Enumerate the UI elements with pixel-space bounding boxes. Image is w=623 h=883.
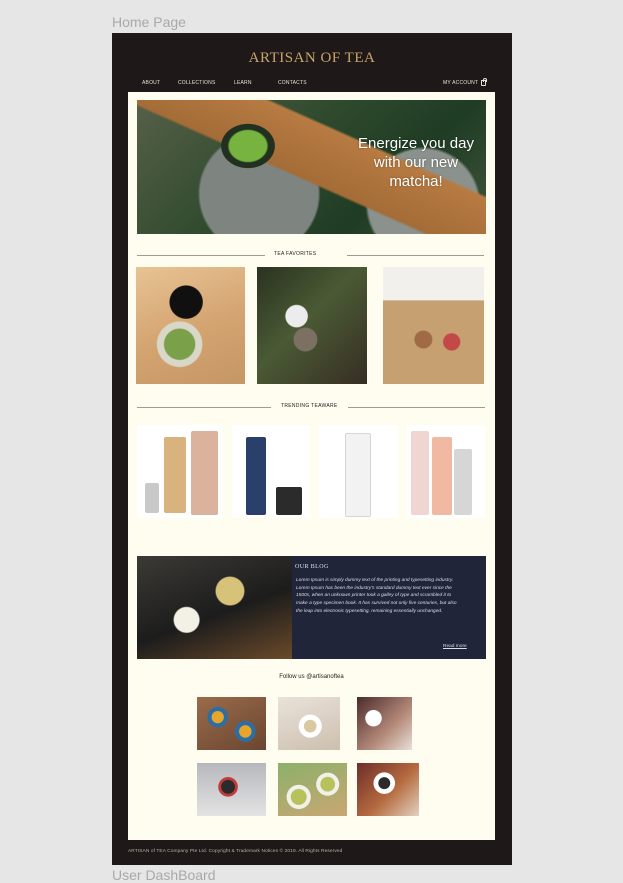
instagram-post-5[interactable] [278,763,347,816]
nav-about[interactable]: ABOUT [142,80,160,86]
teaware-bamboo-bottle-image[interactable] [137,425,222,518]
home-page-frame: ARTISAN OF TEA ABOUT COLLECTIONS LEARN C… [112,33,512,865]
divider-line [137,407,271,408]
instagram-follow-title: Follow us @artisanoftea [279,674,344,680]
teaware-glass-bottle-image[interactable] [407,425,485,518]
instagram-post-1[interactable] [197,697,266,750]
hero-headline: Energize you day with our new matcha! [358,135,474,190]
tea-favorites-title: TEA FAVORITES [274,251,317,257]
blog-title: OUR BLOG [295,564,329,570]
instagram-post-6[interactable] [357,763,419,816]
instagram-post-2[interactable] [278,697,340,750]
read-more-link[interactable]: Read more [443,644,467,649]
divider-line [348,407,485,408]
instagram-post-3[interactable] [357,697,412,750]
nav-contacts[interactable]: CONTACTS [278,80,307,86]
artboard-label-home: Home Page [112,14,186,30]
blog-tea-image[interactable] [137,556,292,659]
favorite-tea-infuser-image[interactable] [257,267,367,384]
hero-banner[interactable]: Energize you day with our new matcha! [137,100,486,234]
brand-logo[interactable]: ARTISAN OF TEA [112,50,512,67]
divider-line [347,255,484,256]
favorite-gift-box-image[interactable] [383,267,484,384]
blog-panel: OUR BLOG Lorem Ipsum is simply dummy tex… [292,556,486,659]
teaware-white-bottle-image[interactable] [319,425,398,518]
blog-excerpt: Lorem Ipsum is simply dummy text of the … [296,578,457,614]
my-account-link[interactable]: MY ACCOUNT [443,80,478,86]
shopping-bag-icon[interactable] [481,78,487,86]
nav-learn[interactable]: LEARN [234,80,252,86]
artboard-label-dashboard: User DashBoard [112,867,216,883]
nav-collections[interactable]: COLLECTIONS [178,80,216,86]
teaware-blue-bottle-image[interactable] [232,425,310,518]
footer-copyright: ARTISAN of TEA Company Pte Ltd. Copyrigh… [128,849,343,854]
trending-teaware-title: TRENDING TEAWARE [281,403,338,409]
favorite-matcha-image[interactable] [136,267,245,384]
instagram-post-4[interactable] [197,763,266,816]
divider-line [137,255,265,256]
page-content: Energize you day with our new matcha! TE… [128,92,495,840]
